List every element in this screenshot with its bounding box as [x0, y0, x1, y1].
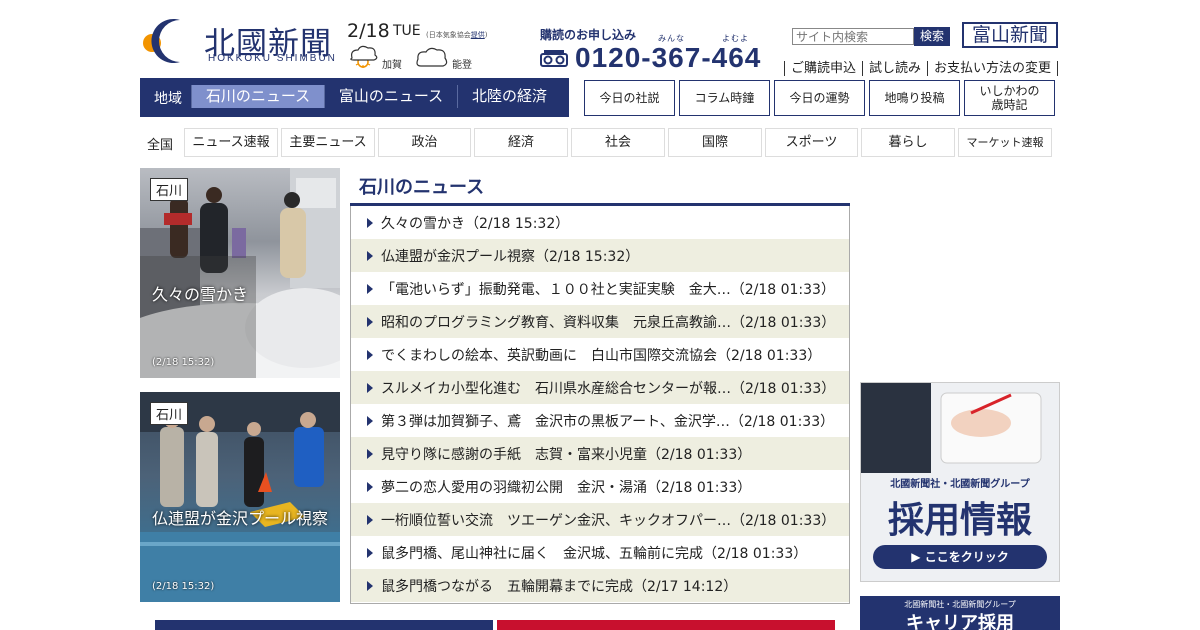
news-section-title: 石川のニュース [359, 177, 485, 198]
search-button[interactable]: 検索 [914, 27, 950, 46]
logo-english: HOKKOKU SHIMBUN [208, 53, 337, 64]
recruit-title: 採用情報 [887, 500, 1032, 541]
news-item[interactable]: 久々の雪かき（2/18 15:32） [351, 206, 849, 239]
feature-photo-snow[interactable]: 石川 久々の雪かき (2/18 15:32) [140, 168, 340, 378]
photo-time: (2/18 15:32) [152, 357, 215, 368]
tab-toyama-news[interactable]: 富山のニュース [324, 85, 457, 108]
cat-international[interactable]: 国際 [668, 128, 762, 157]
cat-major-news[interactable]: 主要ニュース [281, 128, 375, 157]
header-links: ご購読申込 試し読み お支払い方法の変更 [784, 57, 1059, 76]
trial-link[interactable]: 試し読み [862, 61, 928, 76]
arrow-right-icon [367, 382, 373, 393]
news-item[interactable]: 第３弾は加賀獅子、鳶 金沢市の黒板アート、金沢学…（2/18 01:33） [351, 404, 849, 437]
arrow-right-icon [367, 217, 373, 228]
news-item-text[interactable]: 見守り隊に感謝の手紙 志賀・富来小児童（2/18 01:33） [381, 444, 751, 464]
weather-source-suffix: ) [484, 31, 488, 39]
news-item[interactable]: 仏連盟が金沢プール視察（2/18 15:32） [351, 239, 849, 272]
arrow-right-icon [367, 349, 373, 360]
recruit-click-button[interactable]: ▶ ここをクリック [873, 545, 1047, 569]
search-input[interactable] [792, 28, 914, 45]
region-nav: 地域 石川のニュース 富山のニュース 北陸の経済 [140, 78, 569, 117]
current-date: 2/18 [347, 20, 390, 42]
arrow-right-icon [367, 415, 373, 426]
weather-source: (日本気象協会提供) [426, 30, 487, 40]
news-item-text[interactable]: 一桁順位誓い交流 ツエーゲン金沢、キックオフパー…（2/18 01:33） [381, 510, 835, 530]
arrow-right-icon [367, 547, 373, 558]
phone-number[interactable]: 0120-367-464 [575, 42, 761, 74]
news-item-text[interactable]: 第３弾は加賀獅子、鳶 金沢市の黒板アート、金沢学…（2/18 01:33） [381, 411, 834, 431]
bottom-banner-left[interactable] [155, 620, 493, 630]
news-item[interactable]: 昭和のプログラミング教育、資料収集 元泉丘高教諭…（2/18 01:33） [351, 305, 849, 338]
cat-breaking-news[interactable]: ニュース速報 [184, 128, 278, 157]
arrow-right-icon [367, 250, 373, 261]
cat-society[interactable]: 社会 [571, 128, 665, 157]
news-item[interactable]: 一桁順位誓い交流 ツエーゲン金沢、キックオフパー…（2/18 01:33） [351, 503, 849, 536]
cat-market-news[interactable]: マーケット速報 [958, 128, 1052, 157]
tab-hokuriku-economy[interactable]: 北陸の経済 [457, 85, 561, 108]
payment-change-link[interactable]: お支払い方法の変更 [927, 61, 1059, 76]
news-item[interactable]: 鼠多門橋、尾山神社に届く 金沢城、五輪前に完成（2/18 01:33） [351, 536, 849, 569]
news-item[interactable]: スルメイカ小型化進む 石川県水産総合センターが報…（2/18 01:33） [351, 371, 849, 404]
arrow-right-icon [367, 514, 373, 525]
region-nav-label: 地域 [154, 91, 182, 107]
reader-post-button[interactable]: 地鳴り投稿 [869, 80, 960, 116]
news-item-text[interactable]: 仏連盟が金沢プール視察（2/18 15:32） [381, 246, 639, 266]
news-item[interactable]: でくまわしの絵本、英訳動画に 白山市国際交流協会（2/18 01:33） [351, 338, 849, 371]
cat-life[interactable]: 暮らし [861, 128, 955, 157]
news-item-text[interactable]: でくまわしの絵本、英訳動画に 白山市国際交流協会（2/18 01:33） [381, 345, 821, 365]
weather-source-link[interactable]: 提供 [471, 31, 485, 39]
weather-source-prefix: (日本気象協会 [426, 31, 471, 39]
arrow-right-icon [367, 448, 373, 459]
day-of-week: TUE [393, 23, 421, 39]
region-tag: 石川 [150, 178, 189, 201]
cloud-icon [416, 47, 448, 67]
category-label[interactable]: 全国 [147, 134, 173, 153]
cloud-sun-icon [350, 45, 378, 68]
region-tag: 石川 [150, 402, 189, 425]
recruit-small-text: 北國新聞社・北國新聞グループ [890, 479, 1030, 490]
career-title: キャリア採用 [906, 613, 1014, 630]
fortune-button[interactable]: 今日の運勢 [774, 80, 865, 116]
hokkoku-logo-mark-icon[interactable] [140, 16, 198, 66]
cat-economy[interactable]: 経済 [474, 128, 568, 157]
photo-time: (2/18 15:32) [152, 581, 215, 592]
ishikawa-calendar-button[interactable]: いしかわの 歳時記 [964, 80, 1055, 116]
weather-label-noto: 能登 [452, 60, 472, 71]
news-item-text[interactable]: 「電池いらず」振動発電、１００社と実証実験 金大…（2/18 01:33） [381, 279, 835, 299]
news-item-text[interactable]: スルメイカ小型化進む 石川県水産総合センターが報…（2/18 01:33） [381, 378, 835, 398]
news-item[interactable]: 「電池いらず」振動発電、１００社と実証実験 金大…（2/18 01:33） [351, 272, 849, 305]
news-item-text[interactable]: 鼠多門橋、尾山神社に届く 金沢城、五輪前に完成（2/18 01:33） [381, 543, 807, 563]
arrow-right-icon [367, 283, 373, 294]
subscribe-title: 購読のお申し込み [540, 28, 637, 42]
news-list: 久々の雪かき（2/18 15:32） 仏連盟が金沢プール視察（2/18 15:3… [350, 206, 850, 604]
toyama-shimbun-link[interactable]: 富山新聞 [962, 22, 1058, 48]
arrow-right-icon [367, 316, 373, 327]
subscribe-link[interactable]: ご購読申込 [784, 61, 863, 76]
news-item[interactable]: 夢二の恋人愛用の羽織初公開 金沢・湯涌（2/18 01:33） [351, 470, 849, 503]
photo-title[interactable]: 久々の雪かき [152, 281, 248, 305]
news-item-text[interactable]: 久々の雪かき（2/18 15:32） [381, 213, 569, 233]
column-jisho-button[interactable]: コラム時鐘 [679, 80, 770, 116]
news-item-text[interactable]: 夢二の恋人愛用の羽織初公開 金沢・湯涌（2/18 01:33） [381, 477, 751, 497]
page: 北國新聞 HOKKOKU SHIMBUN 2/18 TUE (日本気象協会提供)… [0, 0, 1200, 630]
arrow-right-icon [367, 481, 373, 492]
weather-label-kaga: 加賀 [382, 60, 402, 71]
recruit-banner[interactable]: 北國新聞社・北國新聞グループ 採用情報 ▶ ここをクリック [860, 382, 1060, 582]
career-banner[interactable]: 北國新聞社・北國新聞グループ キャリア採用 [860, 596, 1060, 630]
cat-sports[interactable]: スポーツ [765, 128, 858, 157]
feature-photo-pool[interactable]: 石川 仏連盟が金沢プール視察 (2/18 15:32) [140, 392, 340, 602]
news-item[interactable]: 見守り隊に感謝の手紙 志賀・富来小児童（2/18 01:33） [351, 437, 849, 470]
editorial-button[interactable]: 今日の社説 [584, 80, 675, 116]
free-dial-icon [540, 50, 568, 67]
bottom-banner-right[interactable] [497, 620, 835, 630]
photo-title[interactable]: 仏連盟が金沢プール視察 [152, 505, 328, 529]
tab-ishikawa-news[interactable]: 石川のニュース [191, 85, 324, 108]
news-item-text[interactable]: 鼠多門橋つながる 五輪開幕までに完成（2/17 14:12） [381, 576, 737, 596]
cat-politics[interactable]: 政治 [378, 128, 471, 157]
news-item[interactable]: 鼠多門橋つながる 五輪開幕までに完成（2/17 14:12） [351, 569, 849, 602]
arrow-right-icon [367, 580, 373, 591]
news-item-text[interactable]: 昭和のプログラミング教育、資料収集 元泉丘高教諭…（2/18 01:33） [381, 312, 835, 332]
